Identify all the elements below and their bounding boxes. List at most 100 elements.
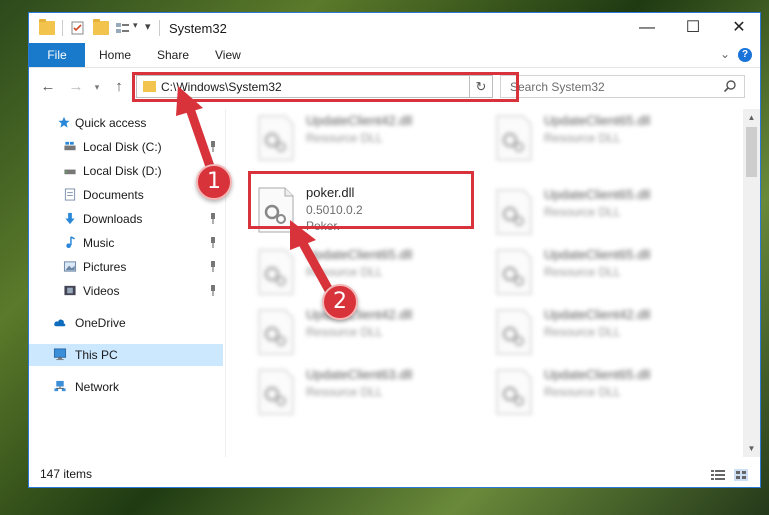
back-arrow-icon[interactable]: ← (38, 77, 58, 97)
videos-icon (64, 285, 76, 296)
download-icon (65, 212, 75, 225)
vertical-scrollbar[interactable]: ▲ ▼ (743, 109, 760, 457)
sidebar-item-this-pc[interactable]: This PC (29, 344, 223, 366)
search-icon (723, 80, 736, 93)
sidebar-item-local-disk-c[interactable]: Local Disk (C:) (29, 136, 223, 158)
sidebar-item-label: Music (83, 236, 115, 250)
poker-dll-highlight-box (248, 171, 474, 229)
step-2-badge: 2 (322, 284, 358, 320)
scroll-down-icon[interactable]: ▼ (743, 440, 760, 457)
explorer-window: ▾ ▾ System32 — ☐ ✕ File Home Share View … (28, 12, 761, 488)
file-item[interactable]: UpdateClient42.dll Resource DLL (249, 109, 479, 169)
file-item[interactable]: UpdateClient65.dll Resource DLL (487, 109, 717, 169)
sidebar-item-music[interactable]: Music (29, 232, 223, 254)
file-description: Resource DLL (306, 325, 383, 339)
sidebar-item-videos[interactable]: Videos (29, 280, 223, 302)
large-icons-view-icon[interactable] (734, 469, 748, 481)
dll-file-icon (496, 189, 532, 235)
cloud-icon (54, 319, 66, 327)
pin-icon[interactable] (209, 213, 217, 224)
pin-icon[interactable] (209, 285, 217, 296)
dll-file-icon (496, 309, 532, 355)
sidebar-item-onedrive[interactable]: OneDrive (29, 312, 223, 334)
file-name: UpdateClient65.dll (544, 367, 651, 382)
tab-share[interactable]: Share (157, 43, 189, 67)
network-icon (54, 380, 66, 392)
details-view-icon[interactable] (711, 469, 725, 481)
file-item[interactable]: UpdateClient65.dll Resource DLL (487, 363, 717, 423)
sidebar-item-network[interactable]: Network (29, 376, 223, 398)
folder-icon (39, 19, 55, 35)
close-icon[interactable]: ✕ (716, 13, 760, 43)
step-1-badge: 1 (196, 164, 232, 200)
file-item[interactable]: UpdateClient65.dll Resource DLL (487, 243, 717, 303)
computer-icon (53, 348, 67, 361)
sidebar-item-documents[interactable]: Documents (29, 184, 223, 206)
qa-menu-icon[interactable]: ▾ (145, 20, 151, 33)
properties-icon[interactable] (70, 21, 86, 35)
music-icon (66, 236, 75, 249)
file-description: Resource DLL (544, 205, 621, 219)
up-arrow-icon[interactable]: ↑ (109, 77, 129, 97)
sidebar-item-label: Local Disk (C:) (83, 140, 162, 154)
pin-icon[interactable] (209, 237, 217, 248)
sidebar-item-pictures[interactable]: Pictures (29, 256, 223, 278)
new-folder-icon[interactable] (93, 19, 109, 35)
file-description: Resource DLL (544, 131, 621, 145)
drive-icon (64, 141, 76, 151)
file-item[interactable]: UpdateClient42.dll Resource DLL (249, 303, 479, 363)
expand-ribbon-icon[interactable]: ⌄ (720, 47, 730, 61)
qa-dropdown-icon[interactable]: ▾ (133, 20, 138, 31)
dll-file-icon (258, 115, 294, 161)
status-bar: 147 items (29, 463, 760, 487)
file-description: Resource DLL (306, 131, 383, 145)
dll-file-icon (258, 369, 294, 415)
customize-toolbar-icon[interactable] (115, 21, 131, 35)
sidebar-item-label: Documents (83, 188, 144, 202)
tab-home[interactable]: Home (99, 43, 131, 67)
ribbon-tabs: File Home Share View ⌄ ? (29, 43, 760, 68)
file-name: UpdateClient65.dll (544, 187, 651, 202)
help-icon[interactable]: ? (738, 48, 752, 62)
recent-locations-icon[interactable]: ▾ (87, 77, 107, 97)
documents-icon (64, 188, 76, 201)
scroll-up-icon[interactable]: ▲ (743, 109, 760, 126)
pin-icon[interactable] (209, 141, 217, 152)
search-box[interactable]: Search System32 (500, 75, 745, 98)
scroll-thumb[interactable] (746, 127, 757, 177)
sidebar-item-label: Videos (83, 284, 120, 298)
file-name: UpdateClient65.dll (544, 247, 651, 262)
tab-view[interactable]: View (215, 43, 241, 67)
navigation-bar: ← → ▾ ↑ C:\Windows\System32 ⌄ ↻ Search S… (29, 71, 760, 103)
minimize-icon[interactable]: — (624, 13, 670, 43)
sidebar-item-downloads[interactable]: Downloads (29, 208, 223, 230)
dll-file-icon (258, 249, 294, 295)
file-item[interactable]: UpdateClient63.dll Resource DLL (249, 363, 479, 423)
dll-file-icon (258, 309, 294, 355)
file-name: UpdateClient63.dll (306, 367, 413, 382)
pictures-icon (63, 261, 77, 272)
address-highlight-box (132, 72, 519, 102)
sidebar-item-quick-access[interactable]: Quick access (29, 112, 223, 134)
sidebar-item-label: Pictures (83, 260, 127, 274)
file-item[interactable]: UpdateClient65.dll Resource DLL (249, 243, 479, 303)
dll-file-icon (496, 369, 532, 415)
sidebar-item-label: Network (75, 380, 120, 394)
window-title: System32 (169, 21, 227, 36)
pin-icon[interactable] (209, 261, 217, 272)
file-item[interactable]: UpdateClient65.dll Resource DLL (487, 183, 717, 243)
file-description: Resource DLL (306, 385, 383, 399)
maximize-icon[interactable]: ☐ (670, 13, 716, 43)
tab-file[interactable]: File (29, 43, 85, 67)
navigation-pane: Quick access Local Disk (C:) Local Disk … (29, 109, 223, 457)
search-input[interactable]: Search System32 (510, 80, 605, 94)
forward-arrow-icon[interactable]: → (66, 77, 86, 97)
sidebar-item-label: This PC (75, 348, 118, 362)
file-item[interactable]: UpdateClient42.dll Resource DLL (487, 303, 717, 363)
sidebar-item-label: OneDrive (75, 316, 126, 330)
file-list: UpdateClient42.dll Resource DLL poker.dl… (241, 109, 741, 457)
title-bar: ▾ ▾ System32 — ☐ ✕ (29, 13, 760, 43)
file-name: UpdateClient42.dll (544, 307, 651, 322)
sidebar-item-local-disk-d[interactable]: Local Disk (D:) (29, 160, 223, 182)
file-name: UpdateClient42.dll (306, 307, 413, 322)
